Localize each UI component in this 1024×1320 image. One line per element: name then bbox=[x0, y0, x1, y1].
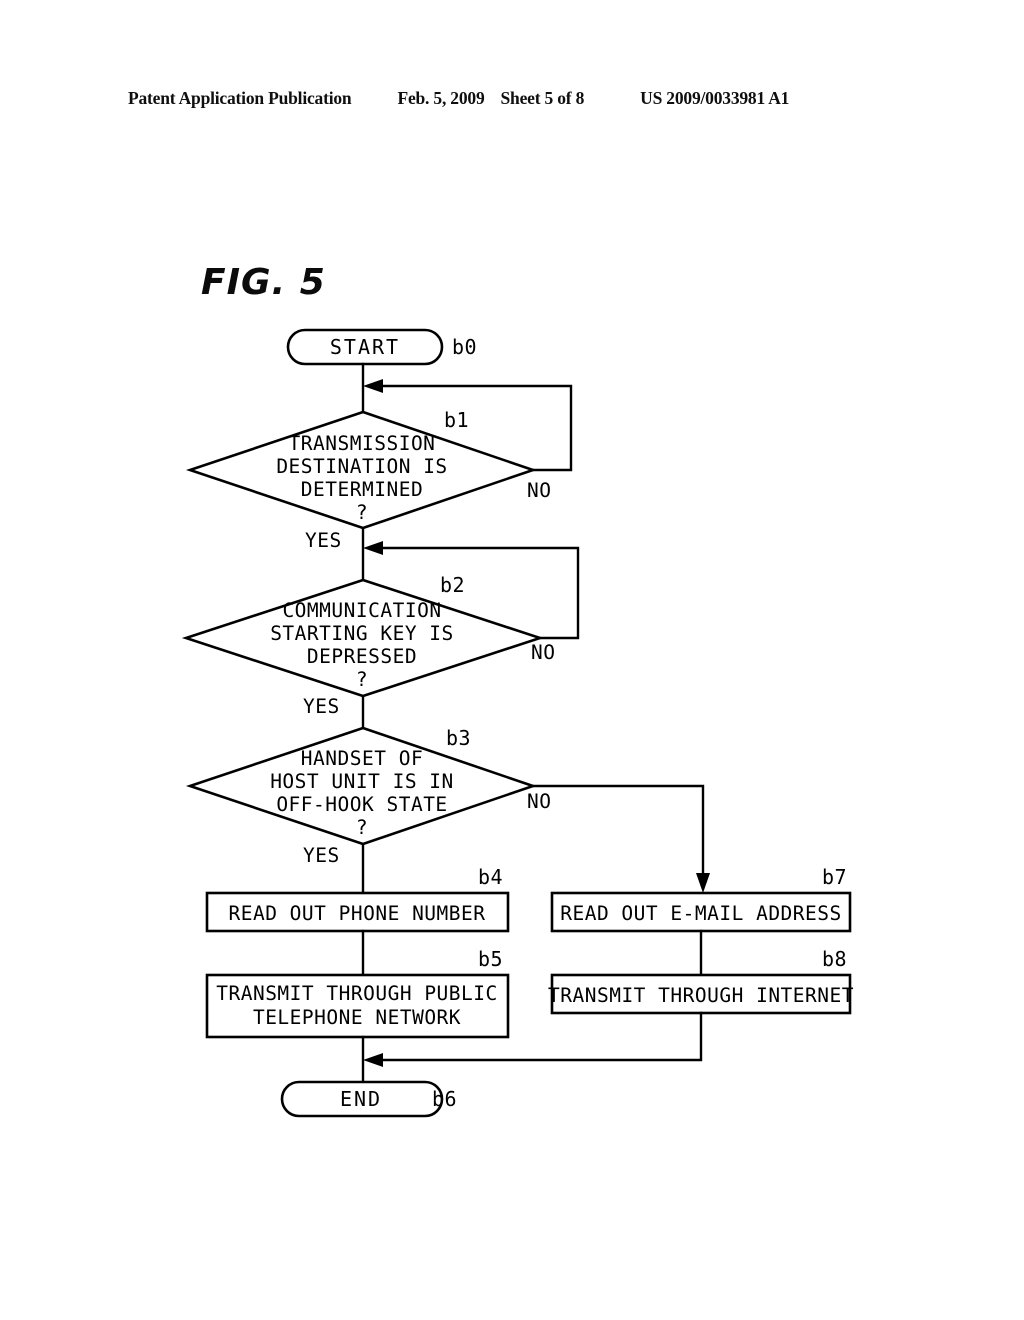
b8-line-1: TRANSMIT THROUGH INTERNET bbox=[548, 984, 854, 1007]
b3-line-3: OFF-HOOK STATE bbox=[276, 793, 447, 816]
b7-step-id: b7 bbox=[822, 865, 847, 889]
flow-node-b5: TRANSMIT THROUGH PUBLIC TELEPHONE NETWOR… bbox=[205, 947, 510, 1039]
b1-yes-label: YES bbox=[305, 529, 342, 552]
b1-no-arrowhead bbox=[363, 379, 383, 393]
start-label: START bbox=[330, 335, 400, 359]
b2-no-arrowhead bbox=[363, 541, 383, 555]
flow-node-end: END b6 bbox=[280, 1080, 457, 1118]
b2-yes-label: YES bbox=[303, 695, 340, 718]
b2-no-label: NO bbox=[531, 641, 555, 664]
end-label: END bbox=[340, 1087, 382, 1111]
end-step-id: b6 bbox=[432, 1087, 457, 1111]
b8-merge-arrowhead bbox=[363, 1053, 383, 1067]
flow-node-b4: READ OUT PHONE NUMBER b4 bbox=[205, 865, 510, 933]
b3-question-mark: ? bbox=[356, 816, 368, 839]
b5-line-1: TRANSMIT THROUGH PUBLIC bbox=[216, 982, 498, 1005]
flow-node-b2: COMMUNICATION STARTING KEY IS DEPRESSED … bbox=[181, 573, 555, 718]
patent-drawing-page: Patent Application Publication Feb. 5, 2… bbox=[0, 0, 1024, 1320]
b3-line-2: HOST UNIT IS IN bbox=[270, 770, 454, 793]
b5-line-2: TELEPHONE NETWORK bbox=[253, 1006, 461, 1029]
b3-no-label: NO bbox=[527, 790, 551, 813]
b4-step-id: b4 bbox=[478, 865, 503, 889]
b5-step-id: b5 bbox=[478, 947, 503, 971]
b2-step-id: b2 bbox=[440, 573, 465, 597]
b1-line-3: DETERMINED bbox=[301, 478, 423, 501]
b3-yes-label: YES bbox=[303, 844, 340, 867]
b3-line-1: HANDSET OF bbox=[301, 747, 423, 770]
flow-node-b3: HANDSET OF HOST UNIT IS IN OFF-HOOK STAT… bbox=[185, 726, 551, 867]
b8-step-id: b8 bbox=[822, 947, 847, 971]
flow-node-b1: TRANSMISSION DESTINATION IS DETERMINED ?… bbox=[185, 408, 551, 552]
b2-line-1: COMMUNICATION bbox=[282, 599, 441, 622]
b1-no-label: NO bbox=[527, 479, 551, 502]
connector-b3-no-to-b7 bbox=[531, 784, 710, 893]
b1-line-2: DESTINATION IS bbox=[276, 455, 447, 478]
b2-line-3: DEPRESSED bbox=[307, 645, 417, 668]
b1-step-id: b1 bbox=[444, 408, 469, 432]
b3-step-id: b3 bbox=[446, 726, 471, 750]
b1-line-1: TRANSMISSION bbox=[289, 432, 436, 455]
b3-no-arrowhead bbox=[696, 873, 710, 893]
flowchart-diagram: START b0 TRANSMISSION DESTINATION IS DET… bbox=[181, 328, 854, 1118]
b2-line-2: STARTING KEY IS bbox=[270, 622, 454, 645]
start-step-id: b0 bbox=[452, 335, 477, 359]
b2-question-mark: ? bbox=[356, 668, 368, 691]
b4-line-1: READ OUT PHONE NUMBER bbox=[228, 902, 485, 925]
b7-line-1: READ OUT E-MAIL ADDRESS bbox=[560, 902, 842, 925]
flow-node-start: START b0 bbox=[286, 328, 477, 366]
b1-question-mark: ? bbox=[356, 501, 368, 524]
